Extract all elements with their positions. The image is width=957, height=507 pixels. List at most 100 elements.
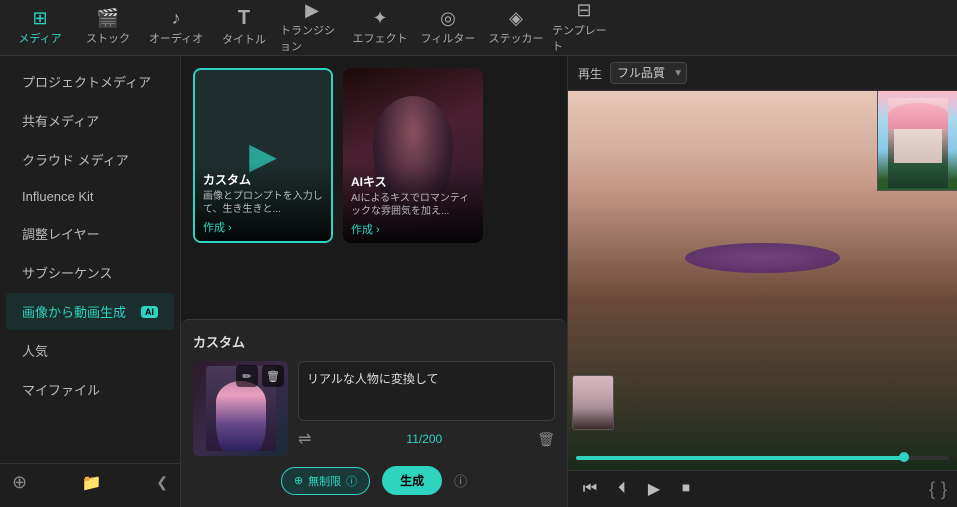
playback-label: 再生 [578, 65, 602, 82]
sidebar-label-project-media: プロジェクトメディア [22, 72, 151, 91]
card-ai-kiss-label: AIキス AIによるキスでロマンティックな雰囲気を加え... 作成 › [343, 165, 483, 243]
clear-prompt-icon[interactable]: 🗑 [537, 431, 555, 448]
sidebar: プロジェクトメディア 共有メディア クラウド メディア Influence Ki… [0, 56, 181, 507]
unlimited-info-icon: ⓘ [346, 473, 357, 489]
card-custom[interactable]: ▶ カスタム 画像とプロンプトを入力して、生き生きと... 作成 › [193, 68, 333, 243]
main-area: プロジェクトメディア 共有メディア クラウド メディア Influence Ki… [0, 56, 957, 507]
toolbar-item-filter[interactable]: ◎ フィルター [416, 4, 480, 52]
unlimited-label: 無制限 [308, 473, 341, 489]
sidebar-item-subsequence[interactable]: サブシーケンス [6, 254, 174, 291]
card-ai-kiss[interactable]: AIキス AIによるキスでロマンティックな雰囲気を加え... 作成 › [343, 68, 483, 243]
anime-thumb-inner [888, 98, 948, 183]
toolbar-item-audio[interactable]: ♪ オーディオ [144, 4, 208, 52]
card-ai-kiss-desc: AIによるキスでロマンティックな雰囲気を加え... [351, 192, 475, 218]
sidebar-label-subsequence: サブシーケンス [22, 263, 112, 282]
stock-icon: 🎬 [97, 9, 119, 27]
toolbar-item-effect[interactable]: ✦ エフェクト [348, 4, 412, 52]
effect-icon: ✦ [372, 9, 387, 27]
stop-btn[interactable]: ⏹ [674, 477, 698, 501]
sidebar-item-popular[interactable]: 人気 [6, 332, 174, 369]
player-controls: ⏮ ⏴ ▶ ⏹ { } [568, 470, 957, 507]
unlimited-button[interactable]: ⊕ 無制限 ⓘ [281, 467, 370, 495]
thumb-small-1[interactable] [572, 375, 614, 430]
generate-label: 生成 [400, 472, 424, 489]
popup-delete-btn[interactable]: 🗑 [262, 365, 284, 387]
sidebar-item-adjustment-layer[interactable]: 調整レイヤー [6, 215, 174, 252]
sidebar-label-influence-kit: Influence Kit [22, 189, 94, 204]
toolbar-label-filter: フィルター [421, 30, 476, 46]
popup-footer: ⊕ 無制限 ⓘ 生成 ⓘ [193, 466, 555, 495]
char-count: 11/200 [406, 432, 442, 446]
sidebar-item-shared-media[interactable]: 共有メディア [6, 102, 174, 139]
toolbar-item-title[interactable]: T タイトル [212, 4, 276, 52]
toolbar-label-template: テンプレート [552, 22, 616, 54]
ai-badge: AI [141, 306, 158, 318]
popup-title: カスタム [193, 332, 555, 351]
toolbar-item-sticker[interactable]: ◈ ステッカー [484, 4, 548, 52]
popup-image-overlay: ✏ 🗑 [236, 365, 284, 387]
prev-frame-btn[interactable]: ⏮ [578, 477, 602, 501]
sidebar-item-ai-video[interactable]: 画像から動画生成 AI [6, 293, 174, 330]
ctrl-right: { } [929, 479, 947, 500]
sidebar-item-my-files[interactable]: マイファイル [6, 371, 174, 408]
sidebar-label-adjustment-layer: 調整レイヤー [22, 224, 100, 243]
playback-bar: 再生 フル品質 1/2 品質 1/4 品質 ▼ [568, 56, 957, 91]
progress-bar[interactable] [576, 456, 949, 460]
folder-icon[interactable]: 📁 [82, 473, 102, 493]
toolbar-item-media[interactable]: ⊞ メディア [8, 4, 72, 52]
toolbar-item-transition[interactable]: ▶ トランジション [280, 4, 344, 52]
toolbar-label-effect: エフェクト [353, 30, 408, 46]
popup-prompt[interactable]: リアルな人物に変換して [298, 361, 555, 421]
sidebar-label-cloud-media: クラウド メディア [22, 150, 129, 169]
popup-right: リアルな人物に変換して ⇌ 11/200 🗑 [298, 361, 555, 449]
thumb-inner-1 [573, 376, 613, 429]
toolbar-label-media: メディア [18, 30, 61, 46]
sticker-icon: ◈ [509, 9, 523, 27]
toolbar: ⊞ メディア 🎬 ストック ♪ オーディオ T タイトル ▶ トランジション ✦… [0, 0, 957, 56]
preview-area [568, 91, 957, 470]
shuffle-icon[interactable]: ⇌ [298, 429, 311, 449]
custom-popup: カスタム ✏ 🗑 リアルな人物に変換して [181, 319, 567, 507]
card-ai-kiss-create[interactable]: 作成 › [351, 221, 380, 237]
popup-bottom-row: ⇌ 11/200 🗑 [298, 429, 555, 449]
popup-image-box[interactable]: ✏ 🗑 [193, 361, 288, 456]
quality-dropdown-wrap: フル品質 1/2 品質 1/4 品質 ▼ [610, 62, 687, 84]
thumbnail-strip [572, 375, 614, 430]
card-custom-create[interactable]: 作成 › [203, 219, 232, 235]
right-panel: 再生 フル品質 1/2 品質 1/4 品質 ▼ [567, 56, 957, 507]
play-btn[interactable]: ▶ [642, 477, 666, 501]
sidebar-label-my-files: マイファイル [22, 380, 100, 399]
popup-edit-btn[interactable]: ✏ [236, 365, 258, 387]
anime-thumbnail [877, 91, 957, 191]
toolbar-item-template[interactable]: ⊟ テンプレート [552, 4, 616, 52]
bracket-close-btn[interactable]: } [941, 479, 947, 500]
progress-fill [576, 456, 904, 460]
media-icon: ⊞ [32, 9, 47, 27]
toolbar-label-transition: トランジション [280, 22, 344, 54]
card-custom-desc: 画像とプロンプトを入力して、生き生きと... [203, 190, 323, 216]
toolbar-label-stock: ストック [86, 30, 130, 46]
bracket-open-btn[interactable]: { [929, 479, 935, 500]
transition-icon: ▶ [305, 1, 319, 19]
generate-button[interactable]: 生成 [382, 466, 442, 495]
plus-circle-icon: ⊕ [294, 474, 303, 487]
template-icon: ⊟ [576, 1, 591, 19]
sidebar-item-project-media[interactable]: プロジェクトメディア [6, 63, 174, 100]
popup-body: ✏ 🗑 リアルな人物に変換して ⇌ 11/200 🗑 [193, 361, 555, 456]
collapse-sidebar-icon[interactable]: ❮ [156, 474, 168, 491]
popup-image-figure [216, 381, 266, 451]
toolbar-label-sticker: ステッカー [489, 30, 544, 46]
sidebar-item-cloud-media[interactable]: クラウド メディア [6, 141, 174, 178]
toolbar-item-stock[interactable]: 🎬 ストック [76, 4, 140, 52]
main-preview [568, 91, 957, 470]
title-icon: T [238, 8, 250, 28]
generate-info-icon[interactable]: ⓘ [454, 471, 467, 490]
card-custom-title: カスタム [203, 171, 323, 188]
filter-icon: ◎ [440, 9, 456, 27]
card-custom-label: カスタム 画像とプロンプトを入力して、生き生きと... 作成 › [195, 163, 331, 241]
step-back-btn[interactable]: ⏴ [610, 477, 634, 501]
sidebar-item-influence-kit[interactable]: Influence Kit [6, 180, 174, 213]
quality-select[interactable]: フル品質 1/2 品質 1/4 品質 [610, 62, 687, 84]
add-media-icon[interactable]: ⊕ [12, 472, 27, 493]
audio-icon: ♪ [172, 9, 181, 27]
